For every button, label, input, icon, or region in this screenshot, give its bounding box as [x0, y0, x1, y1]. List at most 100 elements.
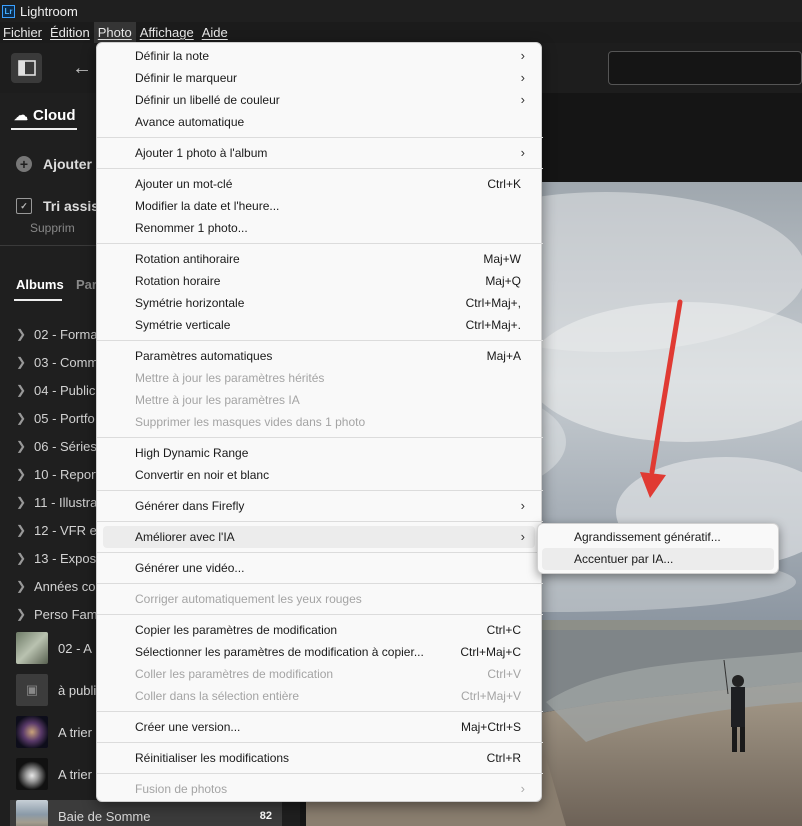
- menu-item-label: High Dynamic Range: [135, 446, 249, 460]
- shortcut-label: Maj+W: [483, 252, 521, 266]
- album-item[interactable]: ❯ 10 - Report: [16, 464, 99, 484]
- deleted-item[interactable]: Supprim: [30, 221, 75, 235]
- menu-fichier[interactable]: Fichier: [0, 22, 46, 43]
- menu-separator: [97, 437, 543, 438]
- menu-separator: [97, 168, 543, 169]
- menu-item-label: Mettre à jour les paramètres hérités: [135, 371, 325, 385]
- album-thumb-item[interactable]: 02 - A: [16, 632, 92, 664]
- menu-item-add-keyword[interactable]: Ajouter un mot-clé Ctrl+K: [103, 173, 535, 195]
- menu-item-edit-date[interactable]: Modifier la date et l'heure...: [103, 195, 535, 217]
- menu-item-set-rating[interactable]: Définir la note ›: [103, 45, 535, 67]
- menu-item-firefly[interactable]: Générer dans Firefly ›: [103, 495, 535, 517]
- menu-item-set-flag[interactable]: Définir le marqueur ›: [103, 67, 535, 89]
- shortcut-label: Ctrl+K: [487, 177, 521, 191]
- menu-edition[interactable]: Édition: [46, 22, 94, 43]
- album-item[interactable]: ❯ 11 - Illustra: [16, 492, 97, 512]
- menu-item-add-to-album[interactable]: Ajouter 1 photo à l'album ›: [103, 142, 535, 164]
- menu-item-ai-sharpen[interactable]: Accentuer par IA...: [542, 548, 774, 570]
- menu-item-red-eye: Corriger automatiquement les yeux rouges: [103, 588, 535, 610]
- menu-item-set-color-label[interactable]: Définir un libellé de couleur ›: [103, 89, 535, 111]
- chevron-right-icon: ❯: [16, 523, 27, 537]
- menu-item-select-settings[interactable]: Sélectionner les paramètres de modificat…: [103, 641, 535, 663]
- shortcut-label: Ctrl+Maj+,: [465, 296, 521, 310]
- menu-separator: [97, 614, 543, 615]
- photo-menu-dropdown: Définir la note › Définir le marqueur › Dé…: [96, 42, 543, 802]
- shortcut-label: Ctrl+V: [487, 667, 521, 681]
- tab-albums[interactable]: Albums: [16, 277, 64, 292]
- back-arrow-icon[interactable]: ←: [72, 57, 92, 80]
- menu-item-paste-selection: Coller dans la sélection entière Ctrl+Maj…: [103, 685, 535, 707]
- album-thumb-item[interactable]: ▣ à publi: [16, 674, 96, 706]
- menu-item-label: Rotation horaire: [135, 274, 221, 288]
- album-thumbnail: [16, 716, 48, 748]
- menu-item-black-white[interactable]: Convertir en noir et blanc: [103, 464, 535, 486]
- menu-separator: [97, 521, 543, 522]
- tab-underline: [11, 128, 77, 130]
- album-item[interactable]: ❯ 06 - Séries: [16, 436, 97, 456]
- menu-item-label: Coller les paramètres de modification: [135, 667, 334, 681]
- album-label: Baie de Somme: [58, 808, 151, 824]
- tab-people[interactable]: Par: [76, 277, 97, 292]
- chevron-right-icon: ❯: [16, 495, 27, 509]
- album-item[interactable]: ❯ 13 - Expos: [16, 548, 96, 568]
- album-item[interactable]: ❯ 05 - Portfo: [16, 408, 95, 428]
- menu-item-photo-merge: Fusion de photos ›: [103, 778, 535, 800]
- album-thumbnail: [16, 800, 48, 826]
- menu-item-remove-empty-masks: Supprimer les masques vides dans 1 photo: [103, 411, 535, 433]
- panel-toggle-button[interactable]: [11, 53, 42, 83]
- menu-photo[interactable]: Photo: [93, 22, 136, 43]
- album-thumb-item[interactable]: A trier: [16, 758, 92, 790]
- menu-separator: [97, 773, 543, 774]
- album-label: Années cor: [34, 578, 100, 594]
- menu-item-generative-expand[interactable]: Agrandissement génératif...: [542, 526, 774, 548]
- menu-separator: [97, 243, 543, 244]
- menu-affichage[interactable]: Affichage: [136, 22, 198, 43]
- menu-item-create-version[interactable]: Créer une version... Maj+Ctrl+S: [103, 716, 535, 738]
- menu-item-auto-advance[interactable]: Avance automatique: [103, 111, 535, 133]
- chevron-right-icon: ›: [520, 781, 525, 796]
- album-label: A trier: [58, 766, 92, 782]
- add-photos-button[interactable]: + Ajouter: [16, 156, 92, 172]
- assisted-sort-button[interactable]: ✓ Tri assist: [16, 198, 104, 214]
- menu-item-flip-horizontal[interactable]: Symétrie horizontale Ctrl+Maj+,: [103, 292, 535, 314]
- menu-item-rotate-left[interactable]: Rotation antihoraire Maj+W: [103, 248, 535, 270]
- album-thumb-item-selected[interactable]: Baie de Somme 82: [10, 800, 282, 826]
- chevron-right-icon: ›: [520, 498, 525, 513]
- album-item[interactable]: ❯ Perso Fami: [16, 604, 100, 624]
- menu-item-label: Définir le marqueur: [135, 71, 238, 85]
- album-label: 02 - A: [58, 640, 92, 656]
- menu-item-label: Sélectionner les paramètres de modificat…: [135, 645, 424, 659]
- menu-item-label: Accentuer par IA...: [574, 552, 674, 566]
- menu-item-enhance-ai[interactable]: Améliorer avec l'IA ›: [103, 526, 535, 548]
- title-bar: Lr Lightroom: [0, 0, 802, 22]
- shortcut-label: Ctrl+Maj+C: [460, 645, 521, 659]
- sort-icon: ✓: [16, 198, 32, 214]
- menu-item-label: Symétrie verticale: [135, 318, 231, 332]
- menu-item-rename[interactable]: Renommer 1 photo...: [103, 217, 535, 239]
- menu-item-reset-edits[interactable]: Réinitialiser les modifications Ctrl+R: [103, 747, 535, 769]
- menu-item-hdr[interactable]: High Dynamic Range: [103, 442, 535, 464]
- menu-item-label: Générer une vidéo...: [135, 561, 245, 575]
- album-item[interactable]: ❯ 04 - Publica: [16, 380, 103, 400]
- album-item[interactable]: ❯ Années cor: [16, 576, 100, 596]
- menu-item-update-legacy: Mettre à jour les paramètres hérités: [103, 367, 535, 389]
- tab-cloud[interactable]: ☁ Cloud: [14, 107, 76, 124]
- menu-item-label: Rotation antihoraire: [135, 252, 240, 266]
- menu-item-update-ai: Mettre à jour les paramètres IA: [103, 389, 535, 411]
- menu-item-generate-video[interactable]: Générer une vidéo...: [103, 557, 535, 579]
- album-item[interactable]: ❯ 02 - Forma: [16, 324, 98, 344]
- menu-item-label: Mettre à jour les paramètres IA: [135, 393, 300, 407]
- menu-item-copy-settings[interactable]: Copier les paramètres de modification Ctr…: [103, 619, 535, 641]
- chevron-right-icon: ❯: [16, 411, 27, 425]
- menu-item-flip-vertical[interactable]: Symétrie verticale Ctrl+Maj+.: [103, 314, 535, 336]
- search-input[interactable]: [608, 51, 802, 85]
- album-item[interactable]: ❯ 03 - Comm: [16, 352, 98, 372]
- menu-separator: [97, 742, 543, 743]
- menu-item-auto-settings[interactable]: Paramètres automatiques Maj+A: [103, 345, 535, 367]
- menu-item-rotate-right[interactable]: Rotation horaire Maj+Q: [103, 270, 535, 292]
- album-label: 11 - Illustra: [34, 494, 98, 510]
- menu-aide[interactable]: Aide: [198, 22, 232, 43]
- shortcut-label: Maj+Q: [485, 274, 521, 288]
- album-thumb-item[interactable]: A trier: [16, 716, 92, 748]
- album-item[interactable]: ❯ 12 - VFR et: [16, 520, 100, 540]
